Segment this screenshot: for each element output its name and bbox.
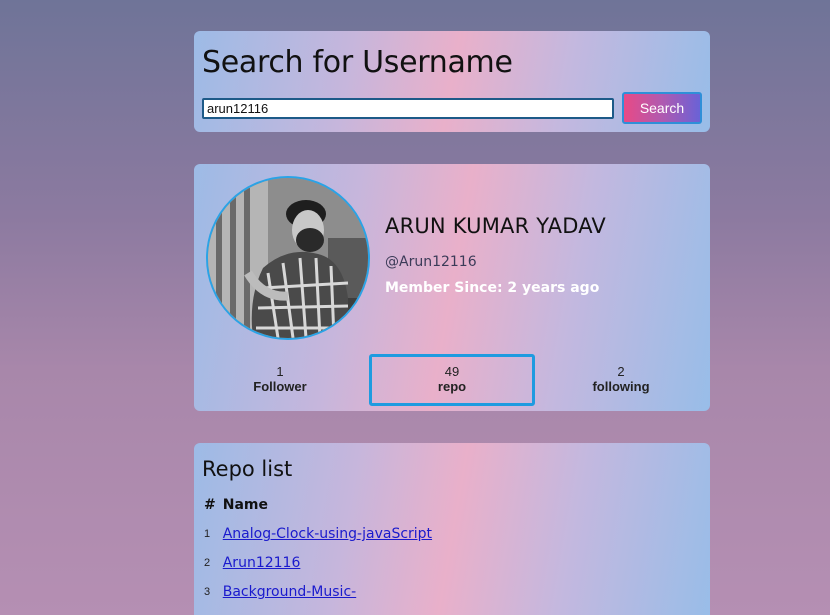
avatar-photo [208, 178, 368, 338]
profile-name: ARUN KUMAR YADAV [385, 214, 606, 238]
repo-table-header-row: # Name [202, 493, 437, 520]
table-row: 3 Background-Music- [202, 578, 437, 607]
repo-list-title: Repo list [202, 457, 293, 481]
member-since: Member Since: 2 years ago [385, 280, 600, 296]
repos-count: 49 [444, 364, 460, 379]
repo-list-card: Repo list # Name 1 Analog-Clock-using-ja… [194, 443, 710, 615]
index-column-header: # [204, 497, 216, 513]
followers-label: Follower [253, 379, 307, 394]
repos-label: repo [437, 379, 467, 394]
followers-count: 1 [276, 364, 284, 379]
username-search-input[interactable] [202, 98, 614, 119]
repo-link[interactable]: Analog-Clock-using-javaScript [223, 526, 432, 542]
repo-index: 3 [204, 586, 211, 598]
followers-stat[interactable]: 1 Follower [197, 354, 363, 406]
following-stat[interactable]: 2 following [538, 354, 704, 406]
table-row: 2 Arun12116 [202, 549, 437, 578]
repo-index: 2 [204, 557, 211, 569]
profile-handle: @Arun12116 [385, 254, 477, 270]
following-count: 2 [617, 364, 625, 379]
repo-link[interactable]: Arun12116 [223, 555, 301, 571]
repos-stat[interactable]: 49 repo [369, 354, 535, 406]
repo-name-cell: Arun12116 [221, 549, 437, 578]
following-label: following [592, 379, 650, 394]
table-row: 1 Analog-Clock-using-javaScript [202, 520, 437, 549]
repo-name-cell: Background-Music- [221, 578, 437, 607]
repo-table: # Name 1 Analog-Clock-using-javaScript 2… [202, 493, 437, 607]
search-button[interactable]: Search [622, 92, 702, 124]
search-card: Search for Username Search [194, 31, 710, 132]
search-title: Search for Username [202, 45, 513, 80]
repo-link[interactable]: Background-Music- [223, 584, 356, 600]
avatar [206, 176, 370, 340]
repo-index: 1 [204, 528, 211, 540]
repo-name-cell: Analog-Clock-using-javaScript [221, 520, 437, 549]
profile-card: ARUN KUMAR YADAV @Arun12116 Member Since… [194, 164, 710, 411]
name-column-header: Name [222, 497, 268, 513]
